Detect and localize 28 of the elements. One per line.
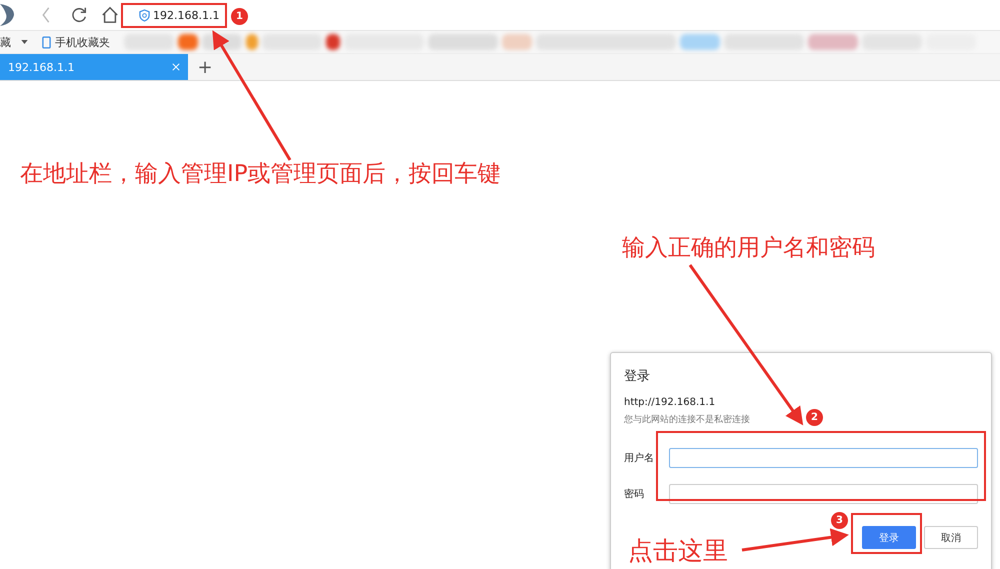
phone-icon bbox=[42, 36, 51, 48]
new-tab-button[interactable]: + bbox=[190, 54, 220, 80]
field-label: 密码 bbox=[624, 488, 645, 501]
input-field[interactable] bbox=[668, 448, 978, 468]
reload-icon[interactable] bbox=[70, 6, 88, 24]
privacy-warning: 您与此网站的连接不是私密连接 bbox=[624, 414, 750, 426]
annotation-text: 输入正确的用户名和密码 bbox=[622, 237, 875, 260]
home-icon[interactable] bbox=[101, 6, 119, 24]
bookmark-label: 手机收藏夹 bbox=[55, 34, 110, 50]
highlight-frame bbox=[851, 513, 922, 554]
cancel-button[interactable]: 取消 bbox=[924, 526, 978, 549]
field-label: 用户名 bbox=[624, 452, 655, 465]
shield-icon bbox=[139, 8, 150, 22]
bookmarks-folder[interactable]: 藏 bbox=[0, 34, 28, 50]
bookmark-label: 藏 bbox=[0, 34, 11, 50]
annotation-text: 在地址栏，输入管理IP或管理页面后，按回车键 bbox=[20, 163, 501, 186]
caret-icon bbox=[21, 40, 28, 44]
address-field[interactable]: 192.168.1.1 bbox=[134, 4, 231, 26]
dialog-title: 登录 bbox=[624, 368, 651, 385]
url-text: 192.168.1.1 bbox=[153, 8, 220, 22]
close-icon[interactable] bbox=[172, 63, 180, 71]
site-url: http://192.168.1.1 bbox=[624, 397, 716, 408]
tab-title: 192.168.1.1 bbox=[8, 60, 74, 74]
login-button[interactable]: 登录 bbox=[862, 526, 916, 549]
bookmark-item[interactable]: 手机收藏夹 bbox=[42, 34, 110, 50]
annotation-text: 点击这里 bbox=[628, 538, 728, 563]
browser-logo-icon bbox=[0, 2, 16, 28]
input-field[interactable] bbox=[668, 484, 978, 504]
